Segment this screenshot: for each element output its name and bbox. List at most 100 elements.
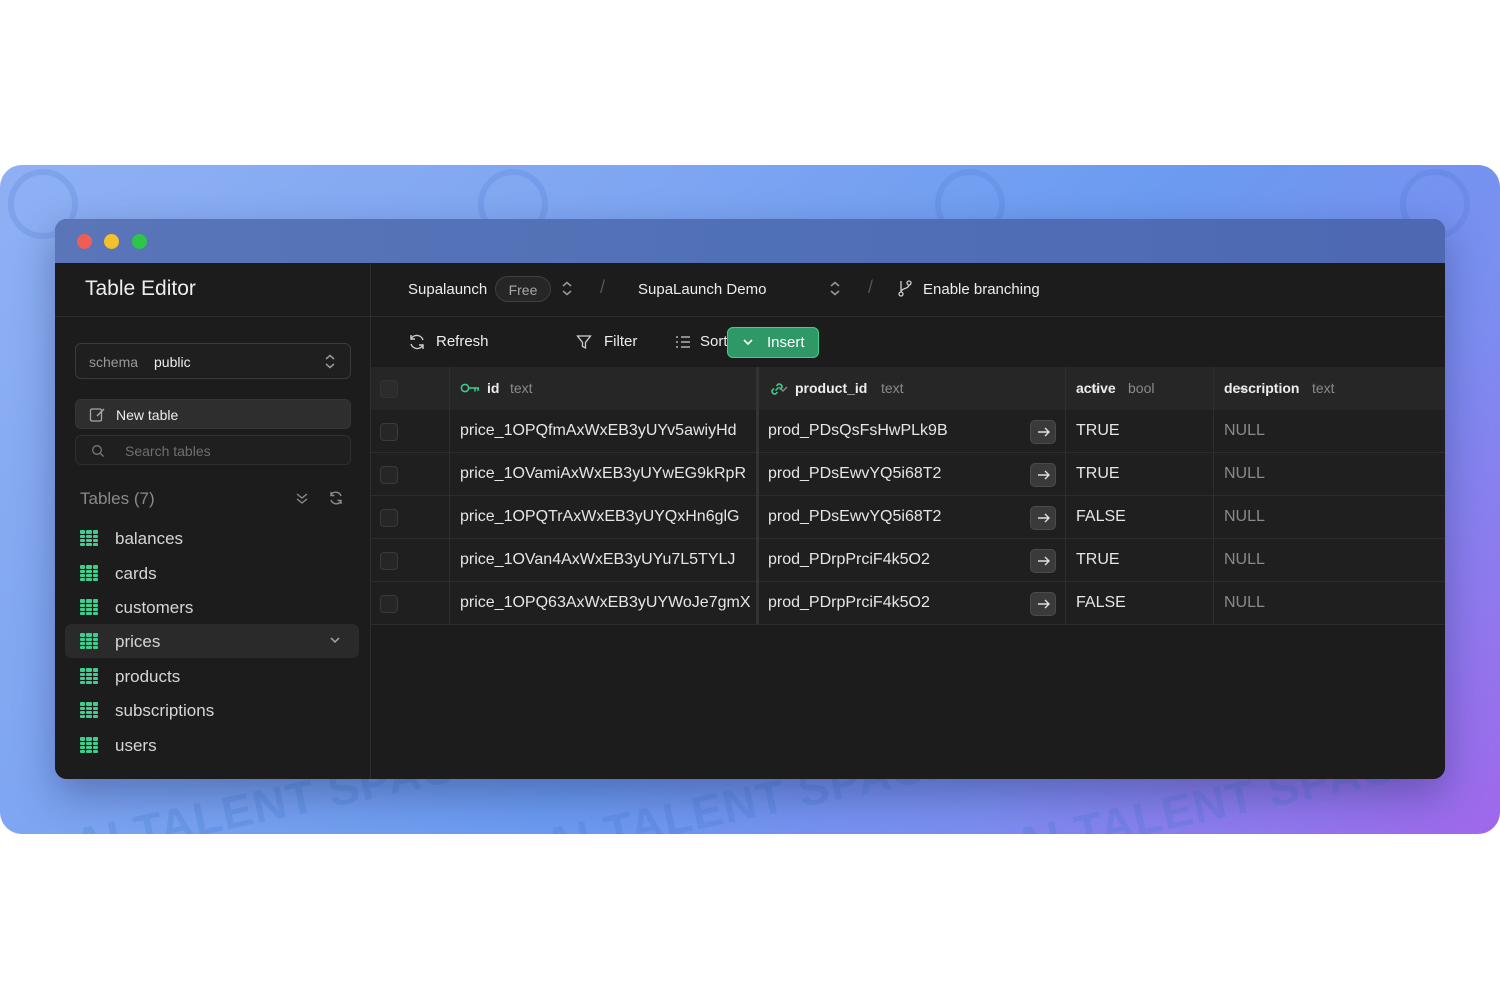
cell-active[interactable]: FALSE <box>1076 508 1126 526</box>
open-reference-button[interactable] <box>1030 592 1056 616</box>
insert-label: Insert <box>767 334 805 351</box>
org-selector[interactable]: Supalaunch <box>408 281 487 298</box>
breadcrumb-separator: / <box>600 277 606 297</box>
cell-description[interactable]: NULL <box>1224 422 1265 440</box>
row-checkbox[interactable] <box>380 509 398 527</box>
table-row[interactable]: price_1OPQ63AxWxEB3yUYWoJe7gmX prod_PDrp… <box>371 582 1445 625</box>
cell-id[interactable]: price_1OPQfmAxWxEB3yUYv5awiyHd <box>460 422 737 440</box>
select-all-checkbox[interactable] <box>380 380 398 398</box>
schema-label: schema <box>89 354 139 370</box>
window-titlebar <box>55 219 1445 263</box>
table-icon <box>80 530 98 546</box>
open-reference-button[interactable] <box>1030 549 1056 573</box>
column-divider <box>756 367 759 625</box>
sidebar-item-customers[interactable]: customers <box>65 590 359 624</box>
open-reference-button[interactable] <box>1030 506 1056 530</box>
table-icon <box>80 633 98 649</box>
filter-button[interactable]: Filter <box>576 329 646 355</box>
schema-value: public <box>154 354 191 370</box>
collapse-all-icon[interactable] <box>295 491 309 505</box>
open-reference-button[interactable] <box>1030 463 1056 487</box>
cell-description[interactable]: NULL <box>1224 594 1265 612</box>
toolbar: Refresh Filter Sort Insert <box>371 317 1445 367</box>
cell-product-id[interactable]: prod_PDrpPrciF4k5O2 <box>768 594 930 612</box>
row-checkbox[interactable] <box>380 552 398 570</box>
close-window-button[interactable] <box>77 234 92 249</box>
sidebar-item-label: subscriptions <box>115 701 215 720</box>
column-name: id <box>487 380 500 396</box>
key-icon <box>460 383 479 393</box>
plan-badge: Free <box>495 276 551 302</box>
search-tables-input[interactable]: Search tables <box>75 435 351 465</box>
cell-id[interactable]: price_1OPQTrAxWxEB3yUYQxHn6glG <box>460 508 739 526</box>
cell-active[interactable]: FALSE <box>1076 594 1126 612</box>
cell-product-id[interactable]: prod_PDrpPrciF4k5O2 <box>768 551 930 569</box>
cell-active[interactable]: TRUE <box>1076 551 1120 569</box>
schema-selector[interactable]: schema public <box>75 343 351 379</box>
sidebar-item-users[interactable]: users <box>65 728 359 762</box>
cell-active[interactable]: TRUE <box>1076 422 1120 440</box>
row-checkbox[interactable] <box>380 466 398 484</box>
cell-product-id[interactable]: prod_PDsEwvYQ5i68T2 <box>768 508 941 526</box>
cell-description[interactable]: NULL <box>1224 465 1265 483</box>
arrow-right-icon <box>1038 513 1050 523</box>
grid-header: id text product_id text active bool desc… <box>371 367 1445 410</box>
sort-label: Sort <box>700 333 728 350</box>
refresh-tables-icon[interactable] <box>328 490 344 506</box>
filter-icon <box>576 335 592 350</box>
plan-badge-label: Free <box>508 282 538 298</box>
open-reference-button[interactable] <box>1030 420 1056 444</box>
table-icon <box>80 737 98 753</box>
git-branch-icon <box>898 280 912 297</box>
table-row[interactable]: price_1OVan4AxWxEB3yUYu7L5TYLJ prod_PDrp… <box>371 539 1445 582</box>
column-type: text <box>510 380 533 396</box>
row-checkbox[interactable] <box>380 423 398 441</box>
table-icon <box>80 668 98 684</box>
minimize-window-button[interactable] <box>104 234 119 249</box>
search-placeholder: Search tables <box>125 443 211 459</box>
sidebar-item-label: users <box>115 736 157 755</box>
sort-button[interactable]: Sort <box>675 329 735 355</box>
main-panel: Supalaunch Free / SupaLaunch Demo / Enab… <box>371 263 1445 779</box>
cell-description[interactable]: NULL <box>1224 551 1265 569</box>
new-table-button[interactable]: New table <box>75 399 351 429</box>
cell-product-id[interactable]: prod_PDsEwvYQ5i68T2 <box>768 465 941 483</box>
project-selector[interactable]: SupaLaunch Demo <box>638 281 766 298</box>
table-icon <box>80 599 98 615</box>
sidebar-item-label: balances <box>115 529 184 548</box>
cell-product-id[interactable]: prod_PDsQsFsHwPLk9B <box>768 422 948 440</box>
chevron-up-down-icon[interactable] <box>829 281 841 296</box>
cell-active[interactable]: TRUE <box>1076 465 1120 483</box>
arrow-right-icon <box>1038 427 1050 437</box>
refresh-button[interactable]: Refresh <box>408 329 493 355</box>
row-checkbox[interactable] <box>380 595 398 613</box>
insert-button[interactable]: Insert <box>727 327 819 358</box>
column-divider <box>449 367 450 625</box>
sidebar-item-prices[interactable]: prices <box>65 624 359 658</box>
table-row[interactable]: price_1OPQTrAxWxEB3yUYQxHn6glG prod_PDsE… <box>371 496 1445 539</box>
column-divider <box>1065 367 1066 625</box>
link-icon <box>771 383 783 395</box>
new-table-label: New table <box>116 407 179 423</box>
sidebar-item-subscriptions[interactable]: subscriptions <box>65 693 359 727</box>
cell-description[interactable]: NULL <box>1224 508 1265 526</box>
tables-heading: Tables (7) <box>80 489 155 508</box>
cell-id[interactable]: price_1OPQ63AxWxEB3yUYWoJe7gmX <box>460 594 750 612</box>
zoom-window-button[interactable] <box>132 234 147 249</box>
refresh-label: Refresh <box>436 333 489 350</box>
table-row[interactable]: price_1OPQfmAxWxEB3yUYv5awiyHd prod_PDsQ… <box>371 410 1445 453</box>
sidebar-item-products[interactable]: products <box>65 659 359 693</box>
refresh-icon <box>410 334 424 350</box>
arrow-right-icon <box>1038 599 1050 609</box>
sidebar-item-balances[interactable]: balances <box>65 521 359 555</box>
sidebar-item-cards[interactable]: cards <box>65 556 359 590</box>
filter-label: Filter <box>604 333 638 350</box>
top-bar: Supalaunch Free / SupaLaunch Demo / Enab… <box>371 263 1445 317</box>
chevron-up-down-icon[interactable] <box>561 281 573 296</box>
chevron-down-icon[interactable] <box>329 635 341 645</box>
cell-id[interactable]: price_1OVamiAxWxEB3yUYwEG9kRpR <box>460 465 746 483</box>
enable-branching-button[interactable]: Enable branching <box>923 281 1040 298</box>
table-row[interactable]: price_1OVamiAxWxEB3yUYwEG9kRpR prod_PDsE… <box>371 453 1445 496</box>
sidebar-header: Table Editor <box>55 263 371 317</box>
cell-id[interactable]: price_1OVan4AxWxEB3yUYu7L5TYLJ <box>460 551 735 569</box>
